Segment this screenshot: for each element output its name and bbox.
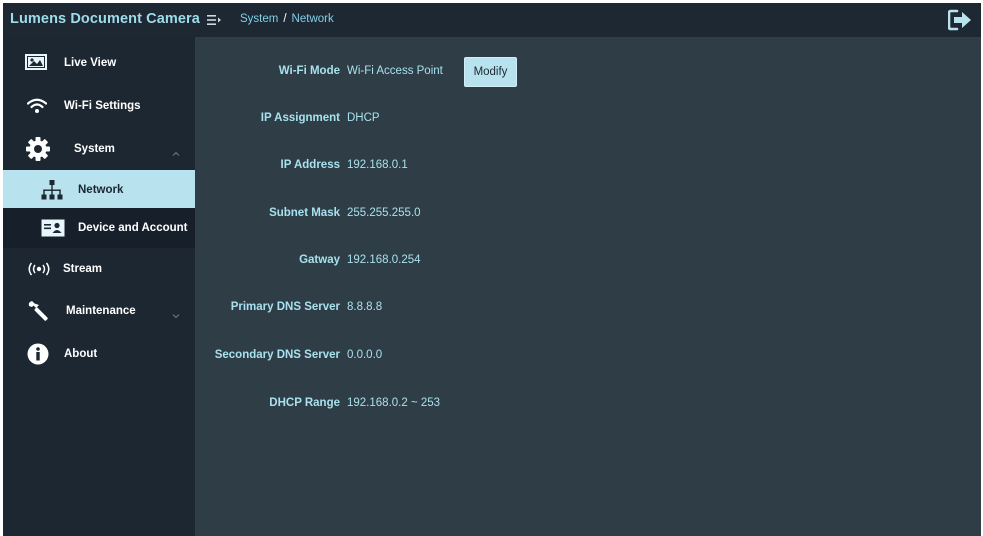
menu-toggle-icon[interactable] <box>207 13 221 25</box>
app-window: Lumens Document Camera System / Network <box>3 3 981 536</box>
network-settings-panel: Wi-Fi Mode Wi-Fi Access Point Modify IP … <box>195 37 981 536</box>
field-value: 0.0.0.0 <box>347 349 383 361</box>
field-value: 192.168.0.1 <box>347 159 408 171</box>
live-view-icon <box>25 54 47 70</box>
app-title: Lumens Document Camera <box>10 11 200 27</box>
network-icon <box>41 179 63 201</box>
sidebar-item-device-and-account[interactable]: Device and Account <box>3 208 195 248</box>
field-value: DHCP <box>347 112 380 124</box>
wifi-icon <box>27 98 47 114</box>
field-value: 255.255.255.0 <box>347 207 421 219</box>
sidebar-item-label: System <box>74 143 115 155</box>
field-label: IP Address <box>280 159 340 171</box>
sidebar-item-label: Live View <box>64 57 117 69</box>
breadcrumb-parent[interactable]: System <box>240 13 278 25</box>
sidebar-item-stream[interactable]: Stream <box>3 249 195 289</box>
field-label: DHCP Range <box>269 397 340 409</box>
chevron-down-icon <box>172 307 180 319</box>
chevron-up-icon <box>172 145 180 156</box>
field-value: 192.168.0.254 <box>347 254 421 266</box>
sidebar-item-label: Maintenance <box>66 305 136 317</box>
sidebar-item-label: Device and Account <box>78 222 188 234</box>
field-dhcp-range: DHCP Range 192.168.0.2 ~ 253 <box>195 394 981 414</box>
field-label: Wi-Fi Mode <box>278 65 340 77</box>
logout-icon[interactable] <box>947 9 972 31</box>
breadcrumb-current: Network <box>291 13 334 25</box>
top-bar: Lumens Document Camera System / Network <box>3 3 981 37</box>
id-card-icon <box>41 219 65 237</box>
breadcrumb: System / Network <box>240 13 334 25</box>
field-wifi-mode: Wi-Fi Mode Wi-Fi Access Point <box>195 62 981 82</box>
field-label: IP Assignment <box>260 112 340 124</box>
sidebar-item-label: About <box>64 348 98 360</box>
sidebar: Live View Wi-Fi Settings System Network … <box>3 37 195 536</box>
sidebar-item-network[interactable]: Network <box>3 170 195 210</box>
sidebar-item-wifi-settings[interactable]: Wi-Fi Settings <box>3 86 195 126</box>
field-ip-assignment: IP Assignment DHCP <box>195 109 981 129</box>
sidebar-item-live-view[interactable]: Live View <box>3 43 195 83</box>
modify-button[interactable]: Modify <box>464 57 517 87</box>
broadcast-icon <box>25 261 53 277</box>
field-ip-address: IP Address 192.168.0.1 <box>195 156 981 176</box>
sidebar-item-about[interactable]: About <box>3 334 195 374</box>
field-label: Primary DNS Server <box>230 301 340 313</box>
field-subnet-mask: Subnet Mask 255.255.255.0 <box>195 204 981 224</box>
info-icon <box>27 343 49 365</box>
field-value: 8.8.8.8 <box>347 301 383 313</box>
sidebar-item-label: Wi-Fi Settings <box>64 100 141 112</box>
field-label: Secondary DNS Server <box>214 349 340 361</box>
field-gateway: Gatway 192.168.0.254 <box>195 251 981 271</box>
breadcrumb-separator: / <box>283 13 287 25</box>
field-primary-dns: Primary DNS Server 8.8.8.8 <box>195 298 981 318</box>
sidebar-item-system[interactable]: System <box>3 129 195 169</box>
sidebar-item-label: Stream <box>63 263 102 275</box>
sidebar-item-maintenance[interactable]: Maintenance <box>3 291 195 331</box>
field-label: Subnet Mask <box>269 207 340 219</box>
wrench-icon <box>27 300 51 324</box>
field-secondary-dns: Secondary DNS Server 0.0.0.0 <box>195 346 981 366</box>
gear-icon <box>25 136 51 162</box>
field-value: 192.168.0.2 ~ 253 <box>347 397 441 409</box>
field-value: Wi-Fi Access Point <box>347 65 443 77</box>
sidebar-item-label: Network <box>78 184 124 196</box>
field-label: Gatway <box>299 254 340 266</box>
